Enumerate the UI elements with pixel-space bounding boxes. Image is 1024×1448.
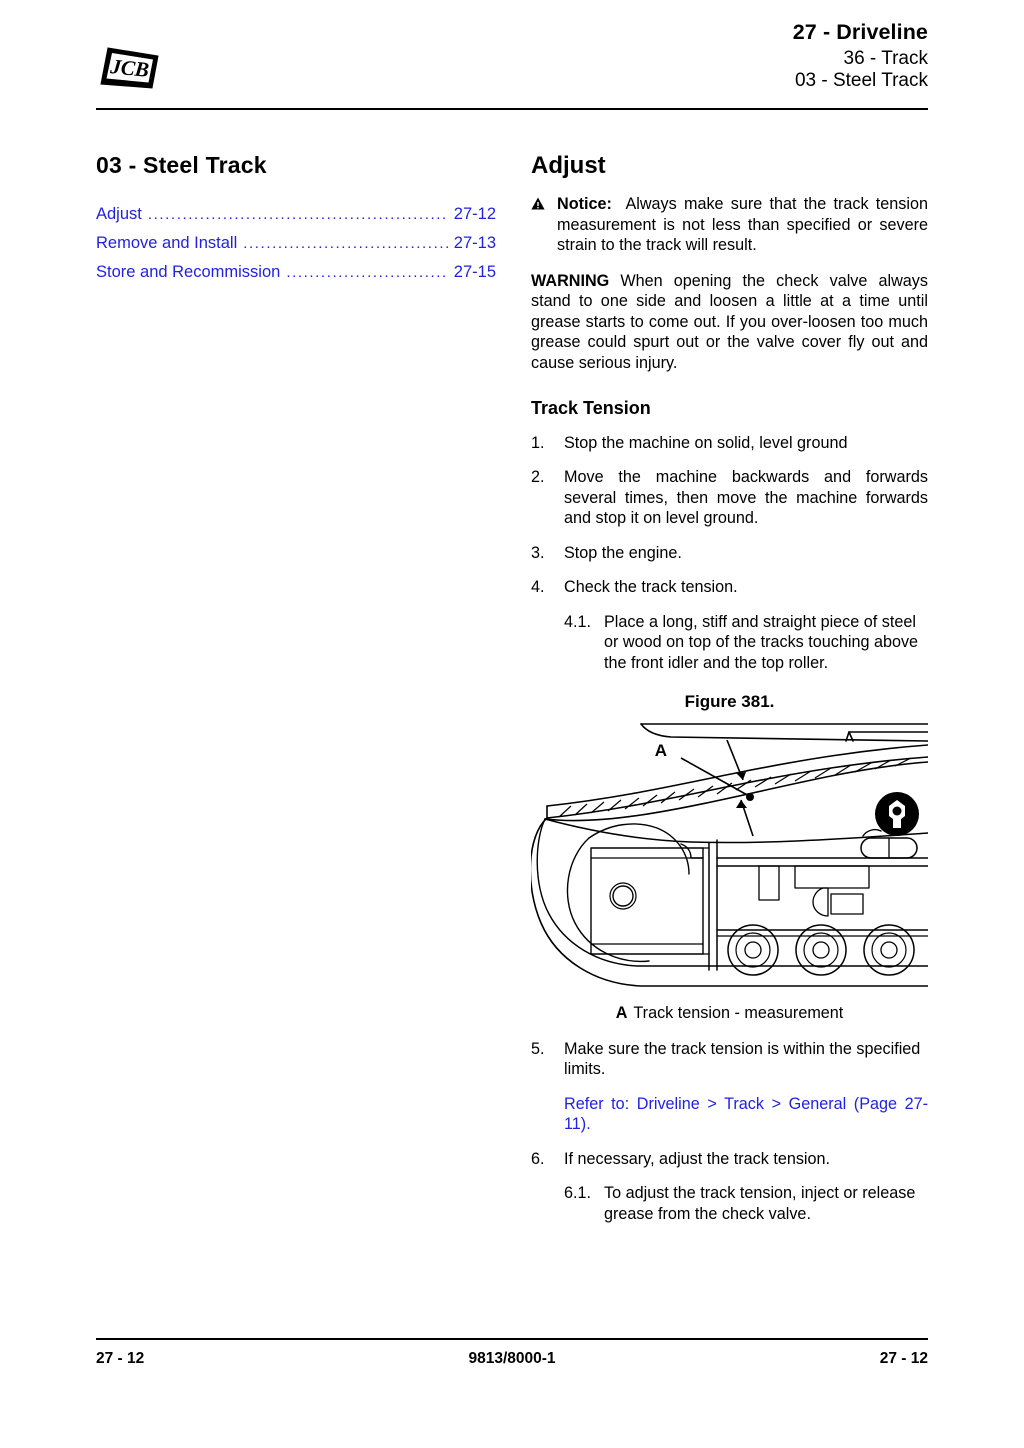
jcb-logo: JCB (96, 44, 162, 96)
step-number: 6. (531, 1149, 545, 1168)
toc-entry-label: Remove and Install (96, 234, 238, 252)
sub-list-item: 6.1. To adjust the track tension, inject… (531, 1183, 928, 1224)
table-of-contents: Adjust .................................… (96, 205, 496, 282)
toc-entry[interactable]: Remove and Install .....................… (96, 234, 496, 253)
list-item: 6. If necessary, adjust the track tensio… (531, 1149, 928, 1170)
roller-hub-emblem (875, 791, 919, 836)
page-footer: 27 - 12 9813/8000-1 27 - 12 (96, 1350, 928, 1368)
adjust-heading: Adjust (531, 152, 606, 179)
toc-entry[interactable]: Store and Recommission .................… (96, 263, 496, 282)
page-title: 03 - Steel Track (96, 152, 267, 178)
step-number: 5. (531, 1039, 545, 1058)
substep-number: 4.1. (564, 612, 592, 631)
footer-document-code: 9813/8000-1 (468, 1350, 556, 1367)
document-title: 27 - Driveline (792, 20, 928, 44)
list-item: 2. Move the machine backwards and forwar… (531, 467, 928, 529)
figure-caption-key: A (615, 1003, 628, 1022)
notice-body: Always make sure that the track tension … (557, 195, 928, 255)
warning-paragraph: WARNING When opening the check valve alw… (531, 271, 928, 374)
page-header: JCB 27 - Driveline 36 - Track 03 - Steel… (96, 20, 928, 106)
toc-entry-page: 27-15 (453, 263, 496, 281)
toc-entry-label: Store and Recommission (96, 263, 281, 281)
notice-label: Notice: (557, 195, 612, 213)
list-item: 4. Check the track tension. (531, 577, 928, 598)
document-subtitle-1: 36 - Track (843, 47, 928, 69)
step-text: Move the machine backwards and forwards … (564, 468, 928, 528)
toc-leader-dots: ........................................… (286, 264, 448, 281)
right-column: Adjust Notice: Always make sure that the… (531, 152, 928, 1239)
step-text: If necessary, adjust the track tension. (564, 1149, 831, 1168)
step-number: 3. (531, 543, 545, 562)
document-subtitle-2: 03 - Steel Track (794, 69, 928, 91)
toc-entry-page: 27-12 (453, 205, 496, 223)
substep-number: 6.1. (564, 1184, 592, 1203)
toc-entry-label: Adjust (96, 205, 142, 223)
left-column: 03 - Steel Track Adjust ................… (96, 152, 496, 292)
toc-entry[interactable]: Adjust .................................… (96, 205, 496, 224)
toc-leader-dots: ........................................… (243, 235, 449, 252)
step-number: 4. (531, 578, 545, 597)
cross-reference-link[interactable]: Refer to: Driveline > Track > General (P… (564, 1094, 928, 1135)
footer-page-right: 27 - 12 (879, 1350, 928, 1367)
list-item: 3. Stop the engine. (531, 543, 928, 564)
substep-text: Place a long, stiff and straight piece o… (604, 612, 919, 672)
step-number: 1. (531, 433, 545, 452)
figure-caption-text: Track tension - measurement (633, 1003, 844, 1022)
track-assembly-diagram: A (531, 722, 928, 987)
step-number: 2. (531, 468, 545, 487)
list-item: 1. Stop the machine on solid, level grou… (531, 433, 928, 454)
header-divider (96, 108, 928, 110)
figure-callout-a: A (655, 741, 667, 760)
figure-caption: A Track tension - measurement (531, 1004, 928, 1023)
step-text: Stop the engine. (564, 543, 682, 562)
step-text: Make sure the track tension is within th… (564, 1039, 921, 1079)
track-tension-heading: Track Tension (531, 397, 651, 418)
footer-divider (96, 1338, 928, 1340)
warning-label: WARNING (531, 271, 610, 290)
sub-list-item: 4.1. Place a long, stiff and straight pi… (531, 612, 928, 674)
toc-entry-page: 27-13 (453, 234, 496, 252)
footer-page-left: 27 - 12 (96, 1350, 145, 1367)
step-text: Check the track tension. (564, 578, 738, 597)
list-item: 5. Make sure the track tension is within… (531, 1039, 928, 1080)
toc-leader-dots: ........................................… (147, 206, 449, 223)
svg-text:JCB: JCB (108, 54, 150, 82)
header-title-block: 27 - Driveline 36 - Track 03 - Steel Tra… (792, 20, 928, 91)
warning-triangle-icon (531, 197, 545, 210)
figure-title: Figure 381. (684, 691, 775, 711)
substep-text: To adjust the track tension, inject or r… (604, 1184, 916, 1223)
jcb-logo-icon: JCB (100, 47, 159, 89)
notice-text: Notice: Always make sure that the track … (557, 194, 928, 256)
step-text: Stop the machine on solid, level ground (564, 433, 848, 452)
notice-block: Notice: Always make sure that the track … (531, 194, 928, 256)
